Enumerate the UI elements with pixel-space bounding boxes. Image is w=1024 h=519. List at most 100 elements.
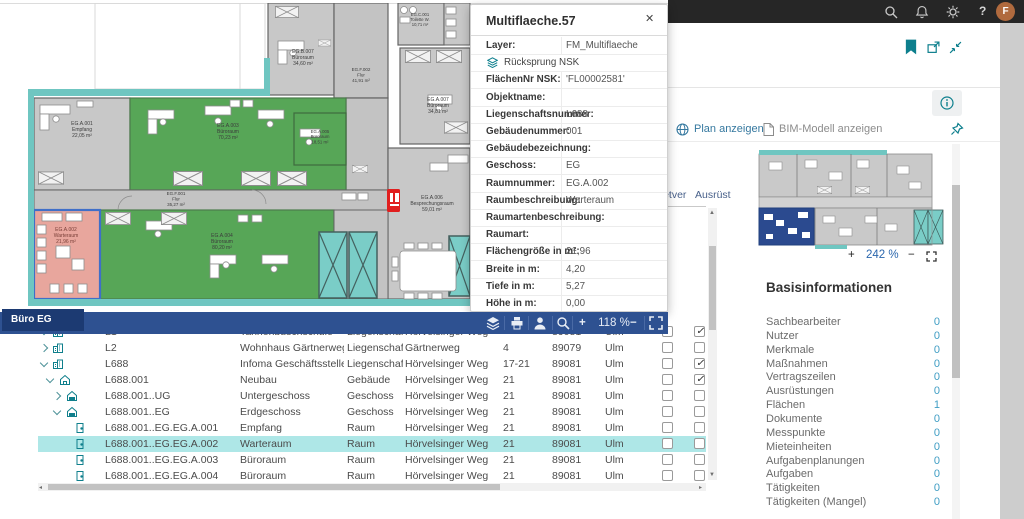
search-icon[interactable]	[884, 5, 898, 19]
info-item[interactable]: Merkmale 0	[766, 344, 940, 357]
plan-zoom-in-button[interactable]: +	[579, 316, 586, 330]
ausruest-checkbox[interactable]	[694, 454, 705, 465]
cell-typ: Geschoss	[347, 388, 403, 404]
mietver-checkbox[interactable]	[662, 342, 673, 353]
table-row[interactable]: L688.001..EG.EG.A.003 Büroraum Raum Hörv…	[38, 452, 706, 469]
ausruest-checkbox[interactable]	[694, 438, 705, 449]
property-value: L688	[566, 106, 588, 123]
cell-nummer: L688.001..EG.EG.A.002	[105, 436, 235, 452]
table-row[interactable]: L688.001..EG.EG.A.001 Empfang Raum Hörve…	[38, 420, 706, 437]
info-circle-icon	[940, 96, 954, 110]
info-item[interactable]: Maßnahmen 0	[766, 358, 940, 371]
info-value: 0	[934, 344, 940, 356]
property-value: 5,27	[566, 278, 585, 295]
mietver-checkbox[interactable]	[662, 406, 673, 417]
info-item[interactable]: Dokumente 0	[766, 413, 940, 426]
mini-floor-plan[interactable]	[757, 144, 947, 250]
show-plan-button[interactable]: Plan anzeigen	[676, 120, 764, 138]
right-gray-strip	[1000, 23, 1024, 519]
info-item[interactable]: Mieteinheiten 0	[766, 441, 940, 454]
cell-hausnummer: 21	[503, 420, 543, 436]
search-plan-icon[interactable]	[556, 316, 570, 330]
info-item[interactable]: Aufgabenplanungen 0	[766, 455, 940, 468]
table-row[interactable]: L688 Infoma Geschäftsstelle Liegenschaft…	[38, 356, 706, 373]
cell-plz: 89081	[552, 436, 592, 452]
expand-chevron-icon[interactable]	[40, 344, 48, 352]
room-EG.F.001[interactable]	[34, 190, 388, 210]
table-row[interactable]: L688.001..EG Erdgeschoss Geschoss Hörvel…	[38, 404, 706, 421]
table-row[interactable]: L688.001..EG.EG.A.002 Warteraum Raum Hör…	[38, 436, 706, 453]
open-new-window-icon[interactable]	[927, 41, 940, 54]
col-header-ausruest[interactable]: Ausrüst	[695, 189, 731, 201]
mietver-checkbox[interactable]	[662, 374, 673, 385]
info-item[interactable]: Tätigkeiten 0	[766, 482, 940, 495]
info-item[interactable]: Messpunkte 0	[766, 427, 940, 440]
print-icon[interactable]	[510, 316, 524, 330]
ausruest-checkbox[interactable]	[694, 326, 705, 337]
mini-zoom-in-button[interactable]: +	[848, 249, 855, 261]
info-item[interactable]: Ausrüstungen 0	[766, 385, 940, 398]
status-tab[interactable]: Büro EG	[2, 309, 84, 331]
ausruest-checkbox[interactable]	[694, 358, 705, 369]
property-label: Gebäudebezeichnung:	[486, 140, 591, 157]
mini-zoom-out-button[interactable]: −	[908, 249, 915, 261]
mietver-checkbox[interactable]	[662, 358, 673, 369]
table-row[interactable]: L688.001..UG Untergeschoss Geschoss Hörv…	[38, 388, 706, 405]
mietver-checkbox[interactable]	[662, 470, 673, 481]
cell-ort: Ulm	[605, 372, 645, 388]
info-item[interactable]: Sachbearbeiter 0	[766, 316, 940, 329]
room-EG.A.004[interactable]	[100, 210, 334, 299]
close-icon[interactable]: ✕	[645, 12, 654, 25]
ausruest-checkbox[interactable]	[694, 470, 705, 481]
info-label: Nutzer	[766, 330, 798, 342]
info-item[interactable]: Vertragszeilen 0	[766, 371, 940, 384]
layers-icon[interactable]	[486, 316, 500, 330]
property-action-row[interactable]: Rücksprung NSK	[471, 54, 668, 72]
info-item[interactable]: Tätigkeiten (Mangel) 0	[766, 496, 940, 509]
info-item[interactable]: Flächen 1	[766, 399, 940, 412]
fit-screen-icon[interactable]	[649, 316, 663, 330]
cell-strasse: Hörvelsinger Weg	[405, 404, 500, 420]
plan-zoom-out-button[interactable]: −	[630, 316, 637, 330]
ausruest-checkbox[interactable]	[694, 390, 705, 401]
settings-gear-icon[interactable]	[946, 5, 960, 19]
collapse-arrows-icon[interactable]	[949, 41, 962, 54]
globe-icon	[676, 123, 689, 136]
ausruest-checkbox[interactable]	[694, 374, 705, 385]
toolbar-divider	[668, 141, 1000, 142]
expand-chevron-icon[interactable]	[46, 375, 54, 383]
expand-chevron-icon[interactable]	[40, 359, 48, 367]
ausruest-checkbox[interactable]	[694, 342, 705, 353]
table-row[interactable]: L688.001 Neubau Gebäude Hörvelsinger Weg…	[38, 372, 706, 389]
expand-chevron-icon[interactable]	[53, 407, 61, 415]
info-label: Mieteinheiten	[766, 441, 831, 453]
ausruest-checkbox[interactable]	[694, 422, 705, 433]
property-row: Raumbeschreibung: Warteraum	[471, 192, 668, 210]
cell-ort: Ulm	[605, 388, 645, 404]
pin-icon[interactable]	[950, 122, 964, 136]
mietver-checkbox[interactable]	[662, 422, 673, 433]
ausruest-checkbox[interactable]	[694, 406, 705, 417]
mietver-checkbox[interactable]	[662, 454, 673, 465]
info-value: 0	[934, 482, 940, 494]
user-icon[interactable]	[533, 316, 547, 330]
show-bim-button[interactable]: BIM-Modell anzeigen	[763, 120, 882, 138]
table-vertical-scrollbar[interactable]: ▲ ▼	[708, 208, 717, 480]
table-horizontal-scrollbar[interactable]: ◂ ▸	[38, 483, 706, 491]
bookmark-icon[interactable]	[905, 39, 917, 55]
notifications-bell-icon[interactable]	[915, 5, 929, 19]
info-button[interactable]	[932, 90, 962, 116]
mini-fit-screen-icon[interactable]	[926, 251, 937, 262]
table-row[interactable]: L2 Wohnhaus Gärtnerweg 4 Liegenschaft Gä…	[38, 340, 706, 357]
avatar[interactable]: F	[996, 2, 1015, 21]
cell-typ: Raum	[347, 420, 403, 436]
room-EG.F.002[interactable]	[334, 3, 388, 98]
info-item[interactable]: Aufgaben 0	[766, 468, 940, 481]
cell-ort: Ulm	[605, 356, 645, 372]
mietver-checkbox[interactable]	[662, 438, 673, 449]
info-item[interactable]: Nutzer 0	[766, 330, 940, 343]
help-button[interactable]: ?	[979, 4, 986, 18]
right-panel-scrollbar[interactable]	[952, 144, 960, 519]
expand-chevron-icon[interactable]	[53, 392, 61, 400]
mietver-checkbox[interactable]	[662, 390, 673, 401]
